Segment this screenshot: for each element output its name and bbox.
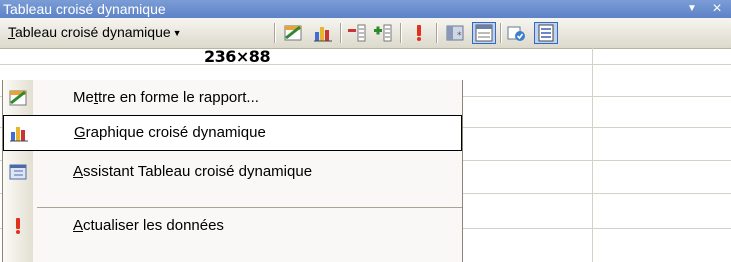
menu-item-label: Graphique croisé dynamique bbox=[74, 124, 266, 141]
menu-item-label: Mettre en forme le rapport... bbox=[73, 89, 259, 106]
grid-line bbox=[592, 48, 593, 262]
menu-item-label: Actualiser les données bbox=[73, 217, 224, 234]
menu-button-label: ableau croisé dynamique bbox=[15, 24, 171, 40]
menu-item-pivot-chart[interactable]: Graphique croisé dynamique bbox=[3, 115, 462, 151]
menu-item-label: Assistant Tableau croisé dynamique bbox=[73, 163, 313, 180]
menu-separator bbox=[37, 207, 462, 208]
toolbar-separator bbox=[436, 23, 438, 43]
window-title: Tableau croisé dynamique bbox=[3, 1, 166, 17]
field-list-icon[interactable] bbox=[534, 22, 558, 44]
svg-text:*: * bbox=[457, 31, 462, 41]
menu-item-pivot-wizard[interactable]: Assistant Tableau croisé dynamique bbox=[3, 155, 462, 189]
toolbar-separator bbox=[340, 23, 342, 43]
refresh-data-icon[interactable] bbox=[408, 23, 430, 43]
toolbar-options-dropdown-icon[interactable]: ▼ bbox=[685, 0, 699, 18]
pivot-chart-icon bbox=[9, 123, 29, 143]
grid-line bbox=[0, 64, 731, 65]
pivot-toolbar: Tableau croisé dynamique ▼ * bbox=[0, 18, 731, 49]
menu-item-format-report[interactable]: Mettre en forme le rapport... bbox=[3, 81, 462, 115]
pivot-toolbar-titlebar[interactable]: Tableau croisé dynamique ▼ × bbox=[0, 0, 731, 18]
chevron-down-icon: ▼ bbox=[172, 28, 182, 39]
hide-detail-icon[interactable] bbox=[346, 23, 368, 43]
toolbar-separator bbox=[400, 23, 402, 43]
include-hidden-items-icon[interactable]: * bbox=[444, 23, 466, 43]
pivot-wizard-icon bbox=[8, 162, 28, 182]
toolbar-separator bbox=[500, 23, 502, 43]
pivot-table-menu-button[interactable]: Tableau croisé dynamique ▼ bbox=[4, 21, 186, 43]
format-report-icon bbox=[8, 88, 28, 108]
pivot-chart-icon[interactable] bbox=[312, 23, 334, 43]
menu-item-refresh-data[interactable]: Actualiser les données bbox=[3, 209, 462, 243]
refresh-data-icon bbox=[8, 216, 28, 236]
pivot-table-dropdown-menu: Mettre en forme le rapport... Graphique … bbox=[2, 80, 463, 262]
toolbar-separator bbox=[274, 23, 276, 43]
size-annotation: 236×88 bbox=[204, 47, 271, 66]
show-detail-icon[interactable] bbox=[372, 23, 394, 43]
always-display-items-icon[interactable] bbox=[472, 22, 496, 44]
field-settings-icon[interactable] bbox=[506, 23, 528, 43]
close-icon[interactable]: × bbox=[708, 0, 726, 18]
menu-button-mnemonic: T bbox=[8, 24, 15, 40]
format-report-icon[interactable] bbox=[282, 23, 304, 43]
